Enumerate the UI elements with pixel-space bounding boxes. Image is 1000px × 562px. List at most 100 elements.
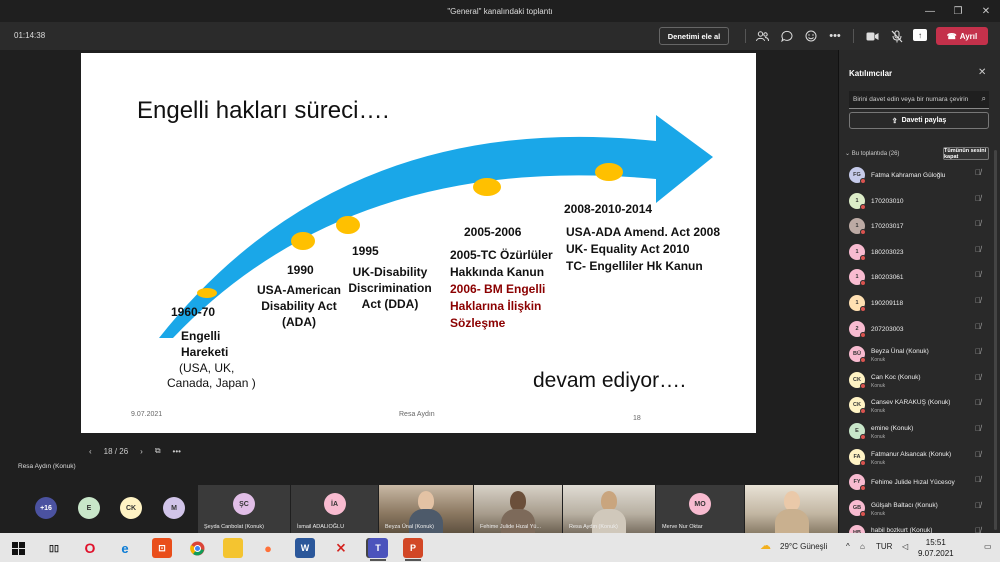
avatar[interactable]: CK <box>120 497 142 519</box>
panel-title: Katılımcılar <box>849 69 893 78</box>
volume-icon[interactable]: ◁ <box>902 542 908 551</box>
weather-icon[interactable]: ☁ <box>760 539 771 552</box>
avatar[interactable]: E <box>78 497 100 519</box>
participant-row[interactable]: CK Cansev KARAKUŞ (Konuk) Konuk 🎙̸ <box>847 395 995 419</box>
language-indicator[interactable]: TUR <box>876 542 892 551</box>
participant-row[interactable]: 1 190209118 🎙̸ <box>847 293 995 317</box>
mic-off-icon[interactable]: 🎙̸ <box>975 373 981 382</box>
chat-icon[interactable] <box>779 28 795 44</box>
chrome-icon[interactable] <box>187 538 207 558</box>
more-participants-badge[interactable]: +16 <box>35 497 57 519</box>
edge-icon[interactable]: e <box>115 538 135 558</box>
status-badge <box>860 203 866 210</box>
mic-off-icon[interactable]: 🎙̸ <box>975 168 981 177</box>
camera-icon[interactable] <box>864 28 880 44</box>
minimize-button[interactable]: — <box>916 0 944 22</box>
mic-off-icon[interactable]: 🎙̸ <box>975 270 981 279</box>
participant-row[interactable]: Eemine (Konuk) Konuk 🎙̸ <box>847 421 995 445</box>
mic-off-icon[interactable]: 🎙̸ <box>975 322 981 331</box>
mic-off-icon[interactable]: 🎙̸ <box>975 475 981 484</box>
video-tile[interactable] <box>745 485 838 533</box>
share-icon[interactable]: ↑ <box>913 29 927 41</box>
in-meeting-group-header[interactable]: ⌄ Bu toplantıda (26) <box>845 150 899 157</box>
take-control-button[interactable]: Denetimi ele al <box>659 27 729 45</box>
tray-chevron-icon[interactable]: ^ <box>846 542 850 551</box>
network-icon[interactable]: ⌂ <box>860 542 865 551</box>
explorer-icon[interactable] <box>223 538 243 558</box>
participant-role: Konuk <box>871 510 886 517</box>
video-tile[interactable]: Resa Aydın (Konuk) <box>563 485 655 533</box>
panel-scrollbar[interactable] <box>994 150 997 530</box>
notifications-icon[interactable]: ▭ <box>984 542 992 551</box>
participant-row[interactable]: FA Fatmanur Alsancak (Konuk) Konuk 🎙̸ <box>847 447 995 471</box>
avatar[interactable]: M <box>163 497 185 519</box>
next-slide-button[interactable]: › <box>140 447 143 456</box>
mic-off-icon[interactable] <box>889 28 905 44</box>
avatar: ŞC <box>233 493 255 515</box>
continues-text: devam ediyor…. <box>533 369 686 392</box>
participant-tile[interactable]: ŞC Şeyda Canbolat (Konuk) <box>198 485 290 533</box>
firefox-icon[interactable]: ● <box>258 538 278 558</box>
mic-off-icon[interactable]: 🎙̸ <box>975 424 981 433</box>
participant-row[interactable]: FG Fatma Kahraman Güloğlu 🎙̸ <box>847 165 995 189</box>
participant-row[interactable]: 1 170203017 🎙̸ <box>847 216 995 240</box>
status-badge <box>860 357 866 364</box>
participant-name: emine (Konuk) <box>871 425 914 432</box>
invite-search-input[interactable]: Birini davet edin veya bir numara çeviri… <box>849 91 989 109</box>
active-app-indicator <box>370 559 386 561</box>
mic-off-icon[interactable]: 🎙̸ <box>975 398 981 407</box>
word-icon[interactable]: W <box>295 538 315 558</box>
taskview-icon[interactable]: ▯▯ <box>44 538 64 558</box>
prev-slide-button[interactable]: ‹ <box>89 447 92 456</box>
video-tile[interactable]: Beyza Ünal (Konuk) <box>379 485 473 533</box>
mic-off-icon[interactable]: 🎙̸ <box>975 219 981 228</box>
status-badge <box>860 434 866 440</box>
close-icon[interactable]: ✕ <box>978 67 986 78</box>
participant-row[interactable]: CK Can Koc (Konuk) Konuk 🎙̸ <box>847 370 995 394</box>
office-icon[interactable]: ⊡ <box>152 538 172 558</box>
share-link-icon: ⇪ <box>891 117 898 125</box>
weather-text[interactable]: 29°C Güneşli <box>780 542 827 551</box>
acrobat-icon[interactable]: ⨯ <box>331 538 351 558</box>
mic-off-icon[interactable]: 🎙̸ <box>975 194 981 203</box>
powerpoint-icon[interactable]: P <box>403 538 423 558</box>
more-icon[interactable]: ••• <box>827 28 843 44</box>
reactions-icon[interactable] <box>803 28 819 44</box>
taskbar-clock[interactable]: 15:51 9.07.2021 <box>918 537 954 559</box>
participant-row[interactable]: GB Gülşah Baltacı (Konuk) Konuk 🎙̸ <box>847 498 995 522</box>
opera-icon[interactable]: O <box>80 538 100 558</box>
video-tile[interactable]: Fehime Julide Hızal Yü... <box>474 485 562 533</box>
clock-time: 15:51 <box>925 538 946 547</box>
close-button[interactable]: ✕ <box>972 0 1000 22</box>
mic-off-icon[interactable]: 🎙̸ <box>975 450 981 459</box>
mic-off-icon[interactable]: 🎙̸ <box>975 245 981 254</box>
start-icon[interactable] <box>8 538 28 558</box>
teams-icon[interactable]: T <box>368 538 388 558</box>
participant-name: 207203003 <box>871 325 904 333</box>
pager-more-button[interactable]: ••• <box>173 447 181 456</box>
participant-tile[interactable]: MO Merve Nur Oktar <box>656 485 744 533</box>
participant-row[interactable]: 1 170203010 🎙̸ <box>847 191 995 215</box>
mute-all-button[interactable]: Tümünün sesini kapat <box>943 147 989 160</box>
people-icon[interactable] <box>754 28 770 44</box>
mic-off-icon[interactable]: 🎙̸ <box>975 347 981 356</box>
participant-row[interactable]: BÜ Beyza Ünal (Konuk) Konuk 🎙̸ <box>847 344 995 368</box>
participant-row[interactable]: 2 207203003 🎙̸ <box>847 319 995 343</box>
participant-tile[interactable]: İA İsmail ADALIOĞLU <box>291 485 378 533</box>
participant-name: Resa Aydın (Konuk) <box>569 524 618 530</box>
participant-name: Şeyda Canbolat (Konuk) <box>204 524 264 530</box>
participant-row[interactable]: FY Fehime Julide Hızal Yücesoy 🎙̸ <box>847 472 995 496</box>
milestone-1960-text: (USA, UK, <box>179 361 235 375</box>
participant-row[interactable]: 1 180203061 🎙̸ <box>847 267 995 291</box>
milestone-2008-text: TC- Engelliler Hk Kanun <box>566 259 703 273</box>
mic-off-icon[interactable]: 🎙̸ <box>975 501 981 510</box>
leave-button[interactable]: ☎ Ayrıl <box>936 27 988 45</box>
participant-row[interactable]: 1 180203023 🎙̸ <box>847 242 995 266</box>
share-invite-button[interactable]: ⇪ Daveti paylaş <box>849 112 989 129</box>
active-app-indicator <box>405 559 421 561</box>
maximize-button[interactable]: ❐ <box>944 0 972 22</box>
milestone-1990-text: (ADA) <box>282 315 316 329</box>
video-feed <box>783 491 800 511</box>
sync-icon[interactable]: ⧉ <box>155 446 161 456</box>
mic-off-icon[interactable]: 🎙̸ <box>975 296 981 305</box>
